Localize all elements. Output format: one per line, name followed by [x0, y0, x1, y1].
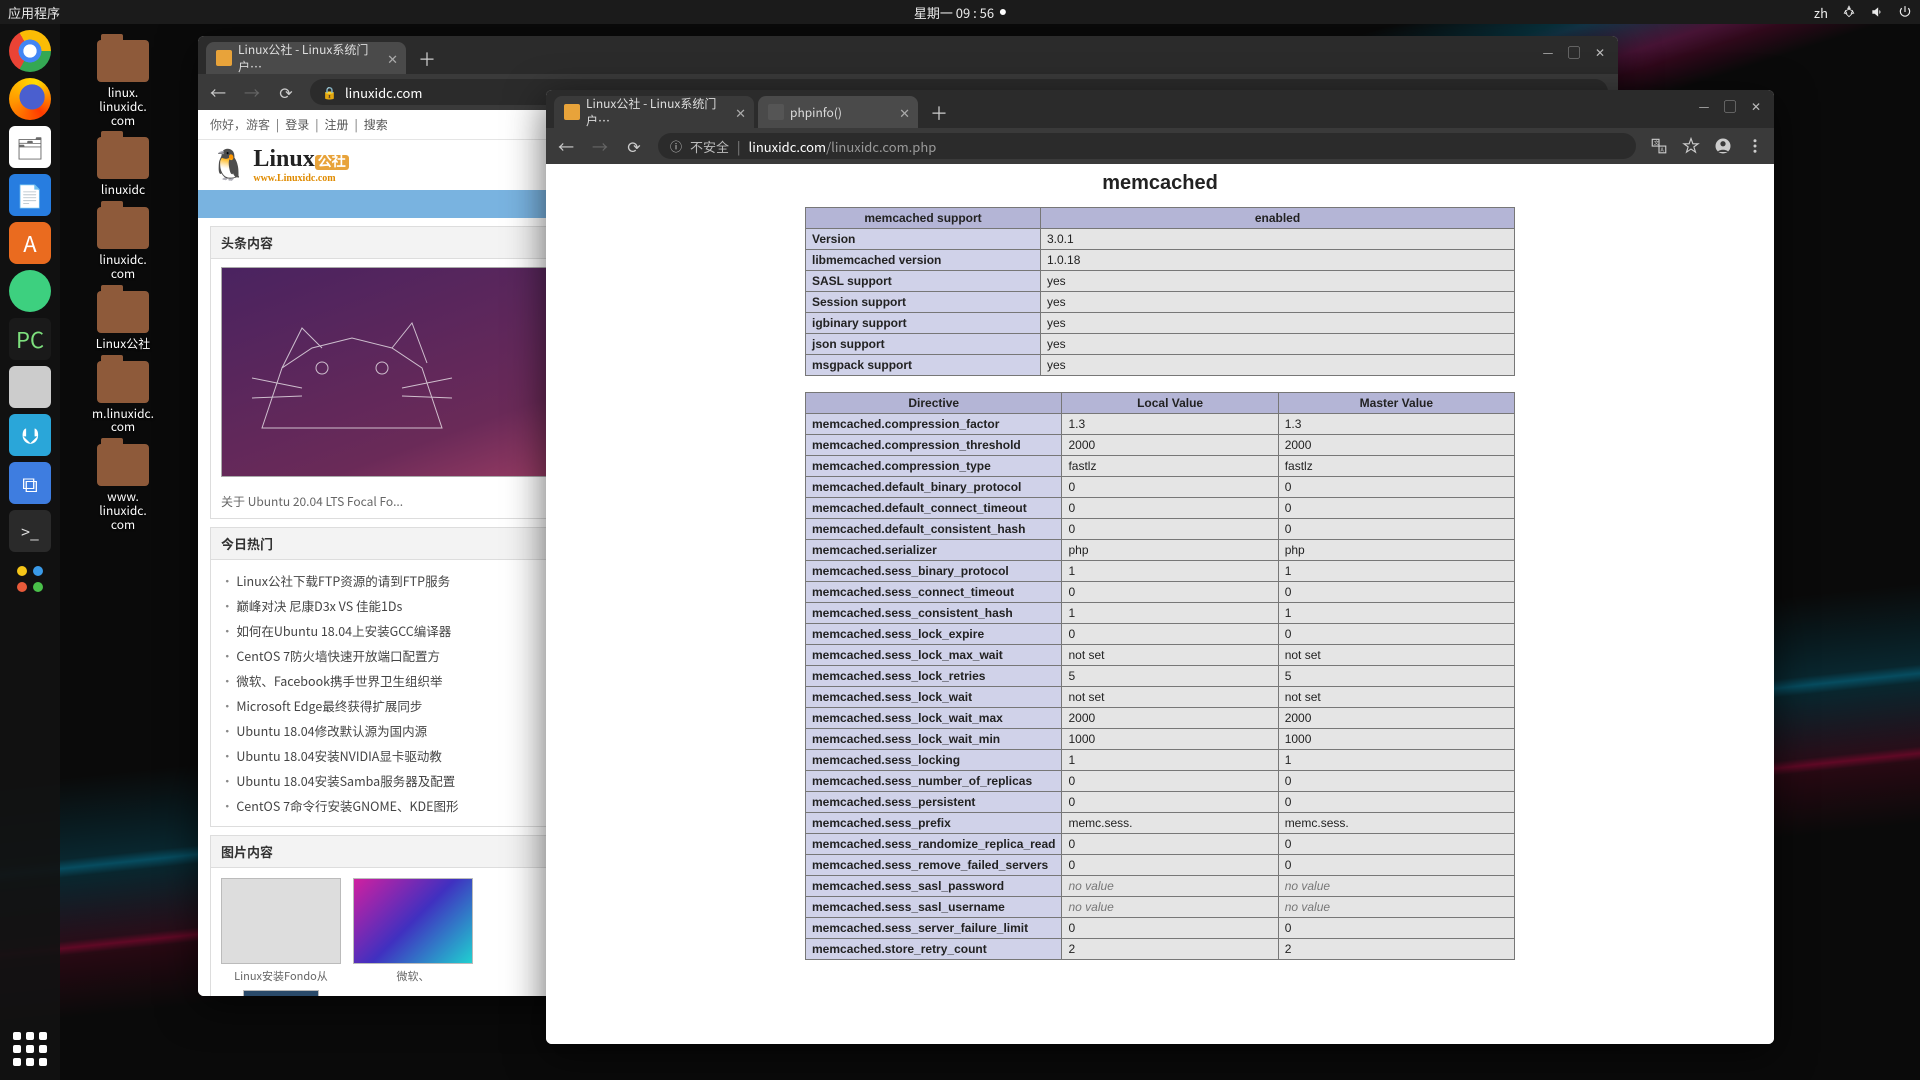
nav-back[interactable]: ←: [208, 82, 228, 102]
tab-title: Linux公社 - Linux系统门户…: [238, 41, 378, 75]
favicon: [216, 50, 232, 66]
dock-app-store[interactable]: ⮋: [9, 414, 51, 456]
dock-app-android-studio[interactable]: [9, 270, 51, 312]
show-applications-button[interactable]: [9, 1028, 51, 1070]
desktop-folder[interactable]: Linux公社: [78, 291, 168, 351]
desktop-icons: linux.linuxidc.com linuxidc linuxidc.com…: [78, 40, 168, 532]
browser-tab[interactable]: Linux公社 - Linux系统门户… ✕: [554, 96, 754, 128]
activities-button[interactable]: 应用程序: [8, 3, 60, 22]
dock-app-files[interactable]: 🗂: [9, 126, 51, 168]
dock-app-software[interactable]: A: [9, 222, 51, 264]
support-table: memcached supportenabled Version3.0.1lib…: [805, 207, 1515, 376]
lock-icon: 🔒: [322, 84, 337, 101]
tab-close[interactable]: ✕: [899, 103, 910, 122]
desktop-folder[interactable]: linuxidc: [78, 137, 168, 197]
dock-app-writer[interactable]: 📄: [9, 174, 51, 216]
gnome-topbar: 应用程序 星期一 09 : 56 zh: [0, 0, 1920, 24]
star-icon[interactable]: [1682, 137, 1700, 155]
directives-table: Directive Local Value Master Value memca…: [805, 392, 1515, 960]
favicon: [768, 104, 784, 120]
desktop-folder[interactable]: www.linuxidc.com: [78, 444, 168, 531]
power-icon[interactable]: [1898, 5, 1912, 19]
desktop-folder[interactable]: linuxidc.com: [78, 207, 168, 281]
tab-strip: Linux公社 - Linux系统门户… ✕ ＋: [198, 36, 1618, 74]
search-link[interactable]: 搜索: [364, 116, 388, 133]
desktop-folder[interactable]: linux.linuxidc.com: [78, 40, 168, 127]
nav-forward[interactable]: →: [590, 136, 610, 156]
menu-icon[interactable]: [1746, 137, 1764, 155]
browser-window-2: Linux公社 - Linux系统门户… ✕ phpinfo() ✕ ＋ ← →…: [546, 90, 1774, 1044]
dock-app-screenshot[interactable]: ⧉: [9, 462, 51, 504]
dock-app-pycharm[interactable]: PC: [9, 318, 51, 360]
info-icon: ⓘ: [670, 138, 682, 155]
thumbnail[interactable]: 微软、: [353, 878, 473, 996]
translate-icon[interactable]: 文A: [1650, 137, 1668, 155]
volume-icon[interactable]: [1870, 5, 1884, 19]
clock[interactable]: 星期一 09 : 56: [914, 3, 994, 22]
window-maximize[interactable]: [1720, 96, 1740, 116]
new-tab-button[interactable]: ＋: [414, 46, 440, 72]
hero-caption[interactable]: 关于 Ubuntu 20.04 LTS Focal Fo...: [221, 493, 403, 510]
browser-tab[interactable]: Linux公社 - Linux系统门户… ✕: [206, 42, 406, 74]
thumbnail[interactable]: Linux安装Fondo从: [221, 878, 341, 996]
address-bar: ← → ⟳ ⓘ 不安全 | linuxidc.com/linuxidc.com.…: [546, 128, 1774, 164]
register-link[interactable]: 注册: [325, 116, 349, 133]
network-icon[interactable]: [1842, 5, 1856, 19]
nav-reload[interactable]: ⟳: [624, 136, 644, 156]
nav-forward[interactable]: →: [242, 82, 262, 102]
svg-text:文: 文: [1654, 139, 1660, 147]
window-close[interactable]: [1746, 96, 1766, 116]
profile-icon[interactable]: [1714, 137, 1732, 155]
window-minimize[interactable]: [1694, 96, 1714, 116]
url-text: linuxidc.com/linuxidc.com.php: [749, 137, 937, 156]
new-tab-button[interactable]: ＋: [926, 100, 952, 126]
tab-title: phpinfo(): [790, 104, 842, 121]
favicon: [564, 104, 580, 120]
dock-app-chrome[interactable]: [9, 30, 51, 72]
dock-app-generic[interactable]: [9, 366, 51, 408]
nav-back[interactable]: ←: [556, 136, 576, 156]
url-text: linuxidc.com: [345, 83, 423, 102]
section-heading: memcached: [546, 172, 1774, 195]
desktop-folder[interactable]: m.linuxidc.com: [78, 361, 168, 435]
nav-reload[interactable]: ⟳: [276, 82, 296, 102]
greeting: 你好，游客: [210, 116, 270, 133]
window-maximize[interactable]: [1564, 42, 1584, 62]
tab-close[interactable]: ✕: [387, 49, 398, 68]
tab-strip: Linux公社 - Linux系统门户… ✕ phpinfo() ✕ ＋: [546, 90, 1774, 128]
page-content: memcached memcached supportenabled Versi…: [546, 164, 1774, 1044]
login-link[interactable]: 登录: [285, 116, 309, 133]
tab-title: Linux公社 - Linux系统门户…: [586, 95, 726, 129]
gnome-dock: 🗂 📄 A PC ⮋ ⧉ >_: [0, 24, 60, 1080]
security-state: 不安全: [690, 137, 729, 156]
dock-app-firefox[interactable]: [9, 78, 51, 120]
window-minimize[interactable]: [1538, 42, 1558, 62]
dock-app-terminal[interactable]: >_: [9, 510, 51, 552]
dock-app-more[interactable]: [9, 558, 51, 600]
browser-tab[interactable]: phpinfo() ✕: [758, 96, 918, 128]
window-close[interactable]: [1590, 42, 1610, 62]
notification-dot: [1000, 9, 1006, 15]
site-logo[interactable]: 🐧 Linux公社www.Linuxidc.com: [210, 146, 349, 184]
tab-close[interactable]: ✕: [735, 103, 746, 122]
ime-indicator[interactable]: zh: [1814, 3, 1828, 22]
omnibox[interactable]: ⓘ 不安全 | linuxidc.com/linuxidc.com.php: [658, 133, 1636, 159]
